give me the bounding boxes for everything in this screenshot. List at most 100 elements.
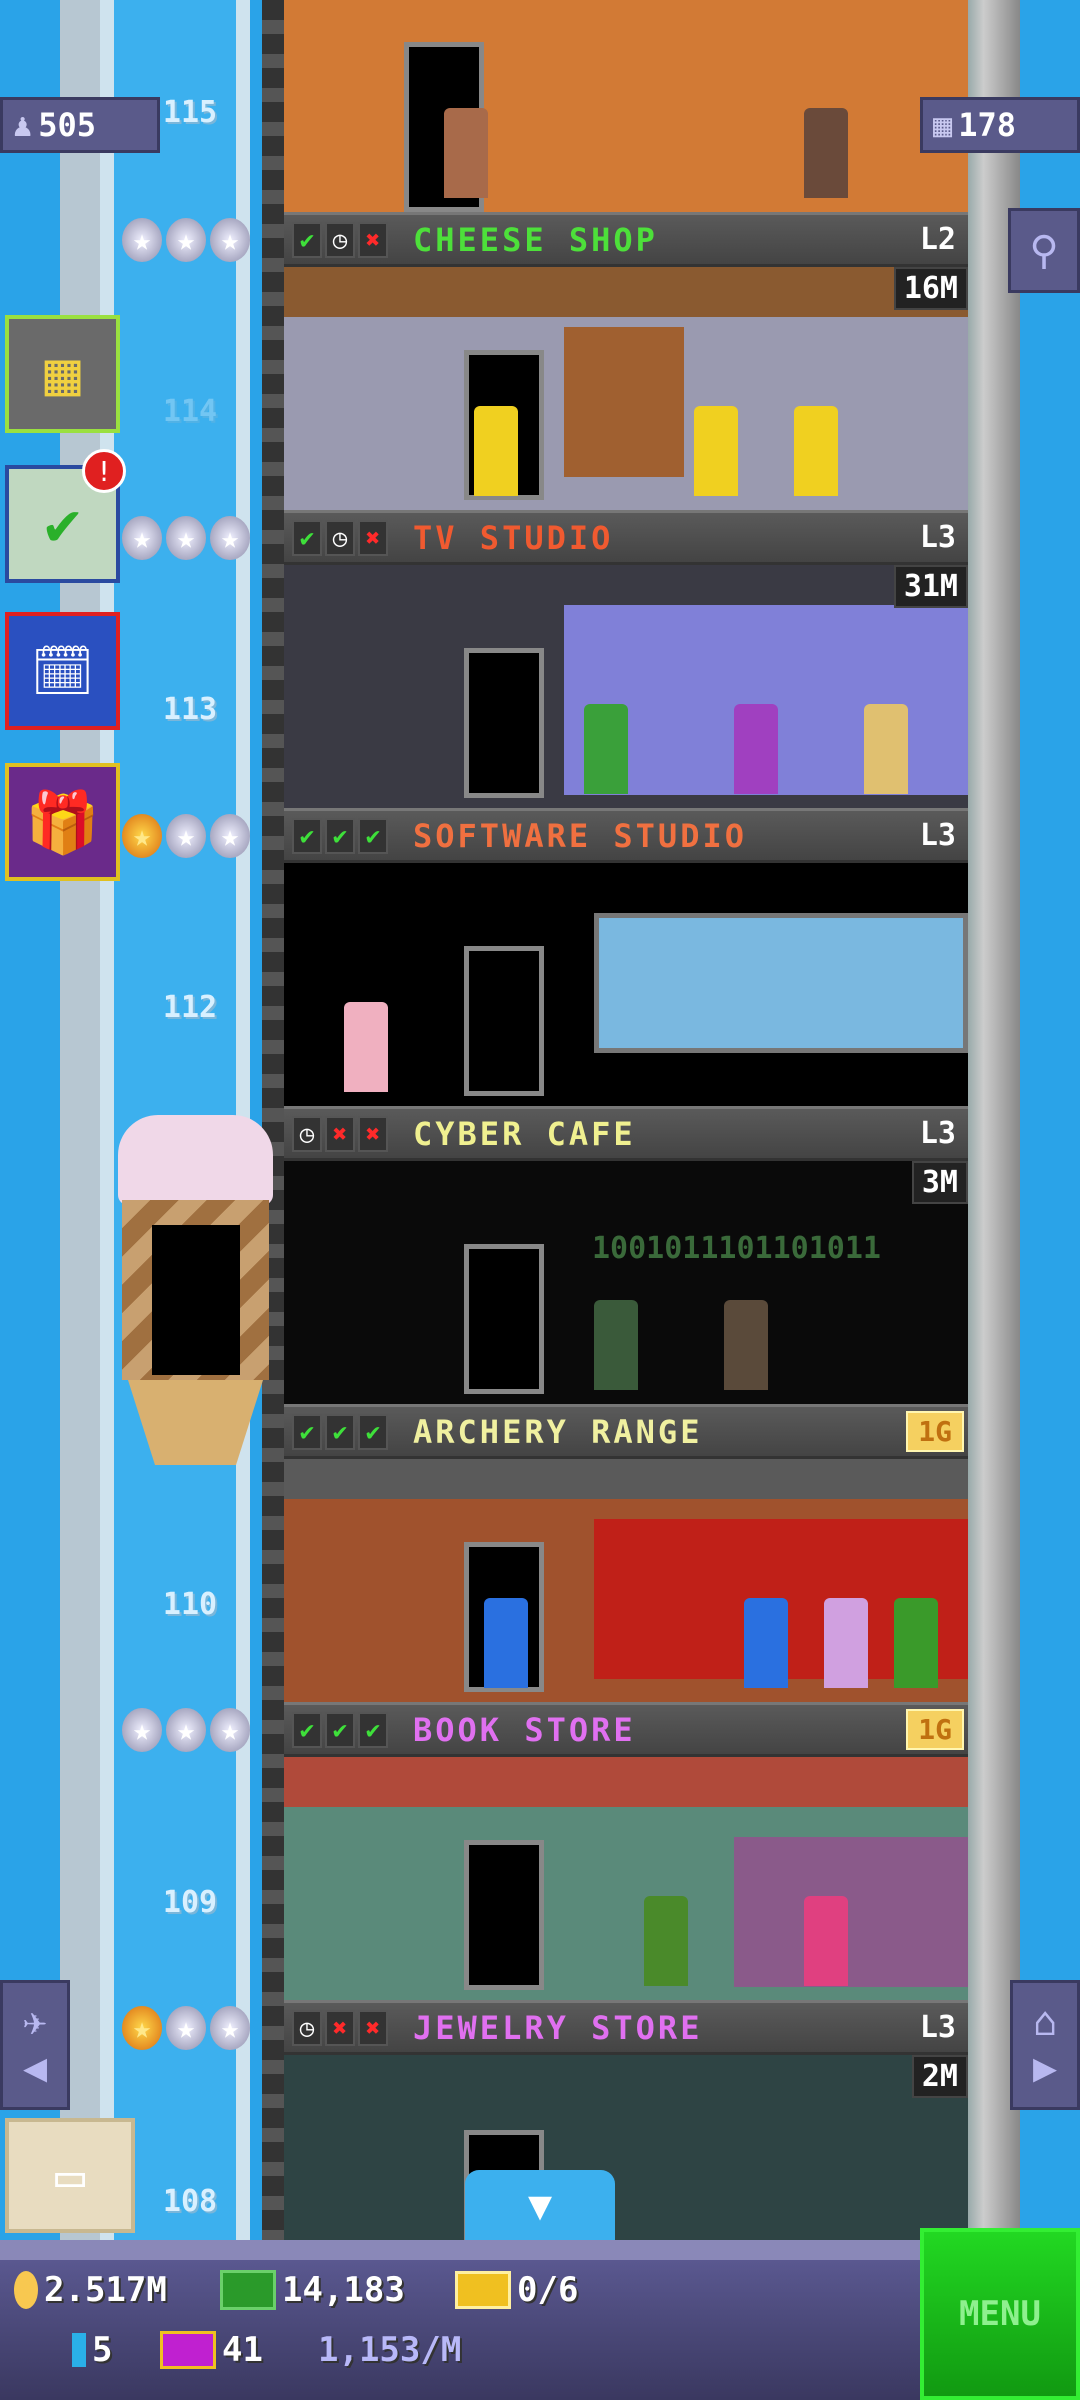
checklist-icon: ✔	[44, 489, 81, 559]
floor-number: 109	[162, 1885, 218, 1920]
room-software-studio[interactable]	[284, 863, 968, 1106]
gold-star-icon: ★	[122, 2006, 162, 2050]
floor-label-bar[interactable]: ◷ ✖ ✖ JEWELRY STORE L3	[284, 2000, 968, 2055]
status-x-icon: ✖	[325, 1115, 355, 1152]
status-check-icon: ✔	[292, 817, 322, 854]
floor-label-bar[interactable]: ✔ ✔ ✔ BOOK STORE 1G	[284, 1702, 968, 1757]
floor-level: L3	[919, 520, 956, 555]
floor-label-bar[interactable]: ◷ ✖ ✖ CYBER CAFE L3	[284, 1106, 968, 1161]
status-x-icon: ✖	[358, 1115, 388, 1152]
elevator-car[interactable]	[118, 1115, 273, 1470]
floor-stars: ★ ★ ★	[122, 516, 250, 560]
storage-box-button[interactable]: ▭	[5, 2118, 135, 2233]
floor-number: 108	[162, 2184, 218, 2219]
batteries-counter[interactable]: 5	[72, 2330, 112, 2370]
floor-builder-button[interactable]: ▦	[5, 315, 120, 433]
home-icon: ⌂	[1032, 1999, 1058, 2045]
silver-star-icon: ★	[166, 218, 206, 262]
lobby-right-button[interactable]: ⌂ ▶	[1010, 1980, 1080, 2110]
upgrade-cost-badge[interactable]: 3M	[911, 1161, 968, 1204]
upgrade-cost-badge[interactable]: 31M	[893, 565, 968, 608]
floor-name: ARCHERY RANGE	[413, 1412, 703, 1451]
notification-badge-icon: !	[82, 449, 126, 493]
status-check-icon: ✔	[292, 1413, 322, 1450]
magnifier-icon: ⚲	[1029, 227, 1059, 274]
silver-star-icon: ★	[210, 218, 250, 262]
golden-ticket-icon	[455, 2271, 511, 2309]
status-clock-icon: ◷	[292, 1115, 322, 1152]
floor-level: L3	[919, 1116, 956, 1151]
status-check-icon: ✔	[325, 817, 355, 854]
floor-label-bar[interactable]: ✔ ◷ ✖ CHEESE SHOP L2	[284, 212, 968, 267]
coin-icon	[14, 2271, 38, 2309]
floor-counter[interactable]: ▦ 178	[920, 97, 1080, 153]
menu-button[interactable]: MENU	[920, 2228, 1080, 2400]
upgrade-cost-badge[interactable]: 16M	[893, 267, 968, 310]
visit-left-button[interactable]: ✈ ◀	[0, 1980, 70, 2110]
gift-button[interactable]: 🎁	[5, 763, 120, 881]
coins-counter[interactable]: 2.517M	[14, 2270, 167, 2310]
room-top-restaurant[interactable]	[284, 0, 968, 212]
scroll-down-button[interactable]: ▼	[465, 2170, 615, 2242]
tickets-counter[interactable]: 41	[160, 2330, 263, 2370]
floor-number: 110	[162, 1587, 218, 1622]
box-icon: ▭	[54, 2146, 86, 2205]
floor-name: BOOK STORE	[413, 1710, 636, 1749]
silver-star-icon: ★	[210, 1708, 250, 1752]
silver-star-icon: ★	[210, 516, 250, 560]
bux-counter[interactable]: 14,183	[220, 2270, 405, 2310]
room-archery-range[interactable]	[284, 1459, 968, 1702]
room-cheese-shop[interactable]	[284, 267, 968, 510]
floor-stars: ★ ★ ★	[122, 814, 250, 858]
floor-number: 112	[162, 990, 218, 1025]
status-check-icon: ✔	[292, 1711, 322, 1748]
status-x-icon: ✖	[358, 221, 388, 258]
missions-button[interactable]: ✔ !	[5, 449, 126, 583]
binary-display: 1001011101101011	[592, 1231, 881, 1266]
status-clock-icon: ◷	[325, 221, 355, 258]
tower-frame-right	[968, 0, 1020, 2240]
upgrade-cost-badge[interactable]: 1G	[906, 1411, 964, 1452]
upgrade-cost-badge[interactable]: 1G	[906, 1709, 964, 1750]
golden-tickets-counter[interactable]: 0/6	[455, 2270, 578, 2310]
room-tv-studio[interactable]	[284, 565, 968, 808]
arrow-right-icon: ▶	[1032, 2045, 1058, 2091]
floor-level: L3	[919, 2010, 956, 2045]
floor-label-bar[interactable]: ✔ ✔ ✔ ARCHERY RANGE 1G	[284, 1404, 968, 1459]
silver-star-icon: ★	[210, 814, 250, 858]
income-rate: 1,153/M	[318, 2330, 462, 2370]
silver-star-icon: ★	[122, 516, 162, 560]
floor-number: 114	[162, 394, 218, 429]
silver-star-icon: ★	[210, 2006, 250, 2050]
ticket-icon	[160, 2331, 216, 2369]
floor-number: 113	[162, 692, 218, 727]
chevron-down-icon: ▼	[527, 2183, 553, 2229]
status-check-icon: ✔	[358, 817, 388, 854]
population-counter[interactable]: ♟ 505	[0, 97, 160, 153]
floor-name: JEWELRY STORE	[413, 2008, 703, 2047]
room-book-store[interactable]	[284, 1757, 968, 2000]
gold-star-icon: ★	[122, 814, 162, 858]
airplane-icon: ✈	[22, 1999, 48, 2045]
calendar-button[interactable]: 🗓	[5, 612, 120, 730]
floor-label-bar[interactable]: ✔ ◷ ✖ TV STUDIO L3	[284, 510, 968, 565]
arrow-left-icon: ◀	[22, 2045, 48, 2091]
status-clock-icon: ◷	[325, 519, 355, 556]
floor-name: CHEESE SHOP	[413, 220, 658, 259]
silver-star-icon: ★	[166, 516, 206, 560]
silver-star-icon: ★	[166, 2006, 206, 2050]
floor-name: SOFTWARE STUDIO	[413, 816, 747, 855]
status-x-icon: ✖	[358, 2009, 388, 2046]
silver-star-icon: ★	[166, 1708, 206, 1752]
status-check-icon: ✔	[358, 1711, 388, 1748]
status-check-icon: ✔	[325, 1711, 355, 1748]
upgrade-cost-badge[interactable]: 2M	[911, 2055, 968, 2098]
status-check-icon: ✔	[292, 519, 322, 556]
room-cyber-cafe[interactable]: 1001011101101011	[284, 1161, 968, 1404]
floor-label-bar[interactable]: ✔ ✔ ✔ SOFTWARE STUDIO L3	[284, 808, 968, 863]
status-check-icon: ✔	[325, 1413, 355, 1450]
status-check-icon: ✔	[358, 1413, 388, 1450]
zoom-out-button[interactable]: ⚲	[1008, 208, 1080, 293]
floor-level: L3	[919, 818, 956, 853]
room-jewelry-store[interactable]	[284, 2055, 968, 2240]
